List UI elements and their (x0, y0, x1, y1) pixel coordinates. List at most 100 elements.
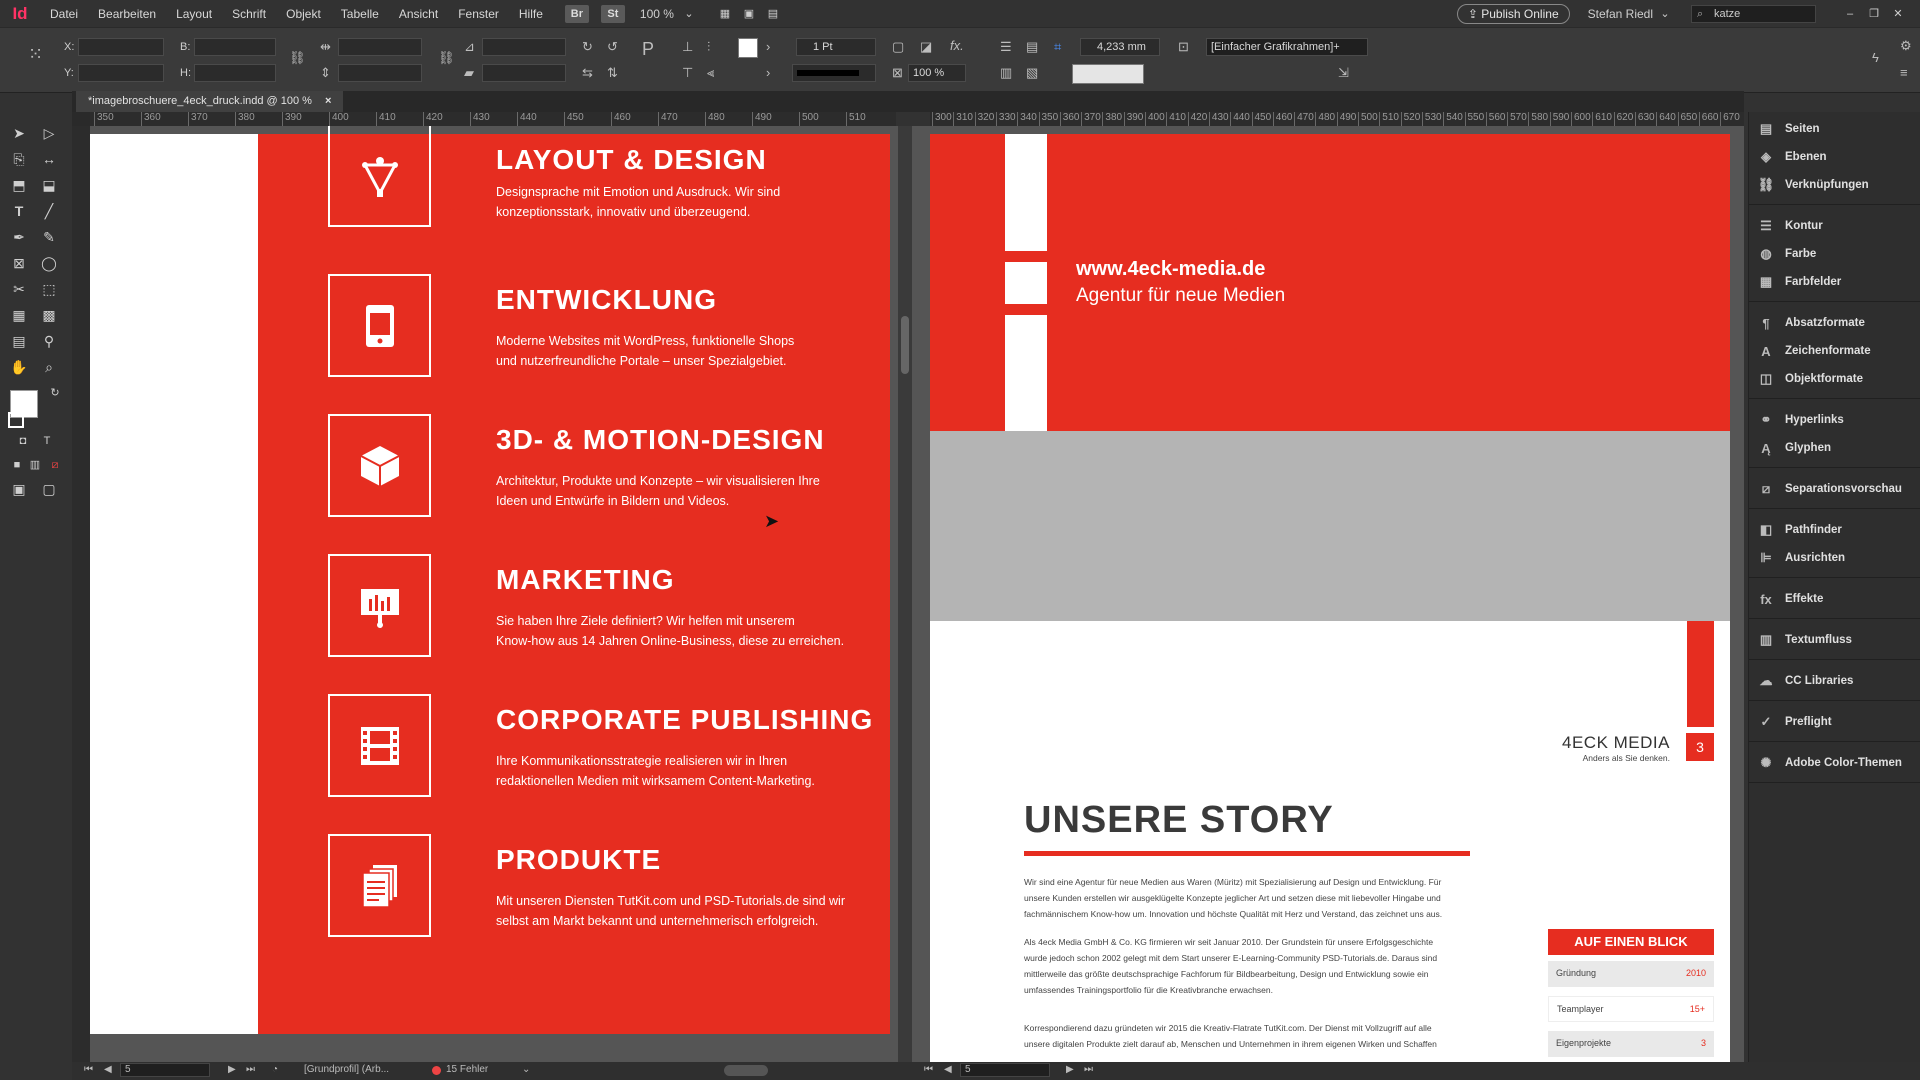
apply-none-icon[interactable]: ⧄ (44, 454, 66, 476)
panel-glyphs[interactable]: Ą Glyphen (1757, 437, 1831, 459)
menu-datei[interactable]: Datei (40, 7, 88, 21)
panel-swatches[interactable]: ▦ Farbfelder (1757, 271, 1841, 293)
content-placer-icon[interactable]: ⬓ (38, 174, 60, 196)
minimize-window-icon[interactable]: – (1838, 5, 1862, 23)
control-menu-icon[interactable]: ≡ (1900, 65, 1908, 81)
errors-dropdown-icon[interactable]: ⌄ (522, 1064, 530, 1075)
rectangle-frame-tool-icon[interactable]: ⊠ (8, 252, 30, 274)
menu-layout[interactable]: Layout (166, 7, 222, 21)
stroke-dropdown-icon[interactable]: › (766, 65, 770, 81)
shear-field[interactable] (482, 64, 566, 82)
pencil-tool-icon[interactable]: ✎ (38, 226, 60, 248)
y-position-field[interactable] (78, 64, 164, 82)
flip-horizontal-icon[interactable]: ⇆ (582, 65, 593, 81)
ellipse-tool-icon[interactable]: ◯ (38, 252, 60, 274)
text-wrap-object-icon[interactable]: ▥ (1000, 65, 1012, 81)
next-page-icon[interactable]: ▶ (228, 1064, 236, 1075)
text-wrap-jump-icon[interactable]: ▧ (1026, 65, 1038, 81)
text-wrap-box-icon[interactable]: ▤ (1026, 39, 1038, 55)
zoom-level[interactable]: 100 % (637, 5, 677, 23)
panel-text-wrap[interactable]: ▥ Textumfluss (1757, 629, 1852, 651)
panel-effects[interactable]: fx Effekte (1757, 588, 1823, 610)
fill-dropdown-icon[interactable]: › (766, 39, 770, 55)
first-page-icon-right[interactable]: ⏮ (924, 1064, 933, 1075)
align-icon-2[interactable]: ⊤ (682, 65, 693, 81)
fx-icon[interactable]: fx. (950, 38, 964, 54)
frame-icon[interactable]: ▢ (892, 39, 904, 55)
menu-hilfe[interactable]: Hilfe (509, 7, 553, 21)
menu-schrift[interactable]: Schrift (222, 7, 276, 21)
arrange-icon[interactable]: ⇲ (1338, 65, 1349, 81)
preflight-profile[interactable]: [Grundprofil] (Arb... (304, 1064, 389, 1075)
align-icon-1[interactable]: ⊥ (682, 39, 693, 55)
formatting-container-icon[interactable]: ◘ (12, 430, 34, 452)
last-page-icon-right[interactable]: ⏭ (1084, 1064, 1093, 1075)
stroke-color-icon[interactable] (8, 412, 24, 428)
opacity-field[interactable]: 100 % (908, 64, 966, 82)
apply-gradient-icon[interactable]: ▥ (24, 454, 46, 476)
shadow-icon[interactable]: ◪ (920, 39, 932, 55)
shear-icon[interactable]: ▰ (464, 65, 474, 81)
panel-pages[interactable]: ▤ Seiten (1757, 118, 1820, 140)
panel-preflight[interactable]: ✓ Preflight (1757, 711, 1832, 733)
distribute-icon-2[interactable]: ⫷ (707, 65, 714, 81)
menu-ansicht[interactable]: Ansicht (389, 7, 448, 21)
note-tool-icon[interactable]: ▤ (8, 330, 30, 352)
zoom-dropdown-icon[interactable]: ⌄ (677, 5, 701, 23)
constrain-scale-icon[interactable]: ⛓ (438, 50, 455, 66)
hand-tool-icon[interactable]: ✋ (8, 356, 30, 378)
user-name[interactable]: Stefan Riedl (1588, 7, 1653, 21)
zoom-tool-icon[interactable]: ⌕ (38, 356, 60, 378)
scissors-tool-icon[interactable]: ✂ (8, 278, 30, 300)
stroke-weight-field[interactable]: 1 Pt (796, 38, 876, 56)
text-cursor-icon[interactable]: P (642, 40, 654, 58)
left-vertical-scrollbar[interactable] (898, 126, 912, 1062)
menu-tabelle[interactable]: Tabelle (331, 7, 389, 21)
gap-tool-icon[interactable]: ↔ (38, 148, 60, 170)
pen-tool-icon[interactable]: ✒ (8, 226, 30, 248)
publish-online-button[interactable]: ⇪ Publish Online (1456, 3, 1570, 24)
panel-layers[interactable]: ◈ Ebenen (1757, 146, 1827, 168)
panel-color-themes[interactable]: ✺ Adobe Color-Themen (1757, 752, 1902, 774)
menu-fenster[interactable]: Fenster (448, 7, 509, 21)
formatting-text-icon[interactable]: T (36, 430, 58, 452)
screen-mode-icon[interactable]: ▣ (737, 5, 761, 23)
page-number-field[interactable]: 5 (120, 1063, 210, 1077)
selection-tool-icon[interactable]: ➤ (8, 122, 30, 144)
panel-separations[interactable]: ⧄ Separationsvorschau (1757, 478, 1902, 500)
color-swatch-field[interactable] (1072, 64, 1144, 84)
fill-swatch[interactable] (738, 38, 758, 58)
type-tool-icon[interactable]: T (8, 200, 30, 222)
preflight-status-icon[interactable]: ◔ (272, 1064, 278, 1075)
prev-page-icon[interactable]: ◀ (104, 1064, 112, 1075)
content-collector-icon[interactable]: ⬒ (8, 174, 30, 196)
panel-color[interactable]: ◍ Farbe (1757, 243, 1816, 265)
constrain-proportions-icon[interactable]: ⛓ (289, 50, 306, 66)
page-number-field-right[interactable]: 5 (960, 1063, 1050, 1077)
panel-hyperlinks[interactable]: ⚭ Hyperlinks (1757, 409, 1844, 431)
flip-vertical-icon[interactable]: ⇅ (607, 65, 618, 81)
offset-field[interactable]: 4,233 mm (1080, 38, 1160, 56)
gradient-feather-tool-icon[interactable]: ▩ (38, 304, 60, 326)
arrange-documents-icon[interactable]: ▤ (761, 5, 785, 23)
rotation-field[interactable] (482, 38, 566, 56)
swap-colors-icon[interactable]: ↻ (44, 382, 66, 404)
x-position-field[interactable] (78, 38, 164, 56)
scale-y-field[interactable] (338, 64, 422, 82)
rotation-icon[interactable]: ⊿ (464, 39, 475, 55)
panel-stroke[interactable]: ☰ Kontur (1757, 215, 1823, 237)
scale-x-field[interactable] (338, 38, 422, 56)
opacity-icon[interactable]: ⊠ (892, 65, 903, 81)
panel-character-styles[interactable]: A Zeichenformate (1757, 340, 1870, 362)
free-transform-tool-icon[interactable]: ⬚ (38, 278, 60, 300)
close-tab-icon[interactable]: × (325, 95, 331, 107)
scroll-thumb[interactable] (901, 316, 909, 374)
fitting-icon[interactable]: ⊡ (1178, 39, 1189, 55)
document-canvas[interactable]: LAYOUT & DESIGN Designsprache mit Emotio… (90, 126, 1744, 1062)
panel-object-styles[interactable]: ◫ Objektformate (1757, 368, 1863, 390)
panel-cc-libraries[interactable]: ☁ CC Libraries (1757, 670, 1854, 692)
stock-search-input[interactable]: ⌕ katze (1691, 4, 1816, 23)
document-tab[interactable]: *imagebroschuere_4eck_druck.indd @ 100 %… (76, 91, 344, 112)
panel-links[interactable]: ⛓ Verknüpfungen (1757, 174, 1869, 196)
rotate-cw-icon[interactable]: ↻ (582, 39, 593, 55)
